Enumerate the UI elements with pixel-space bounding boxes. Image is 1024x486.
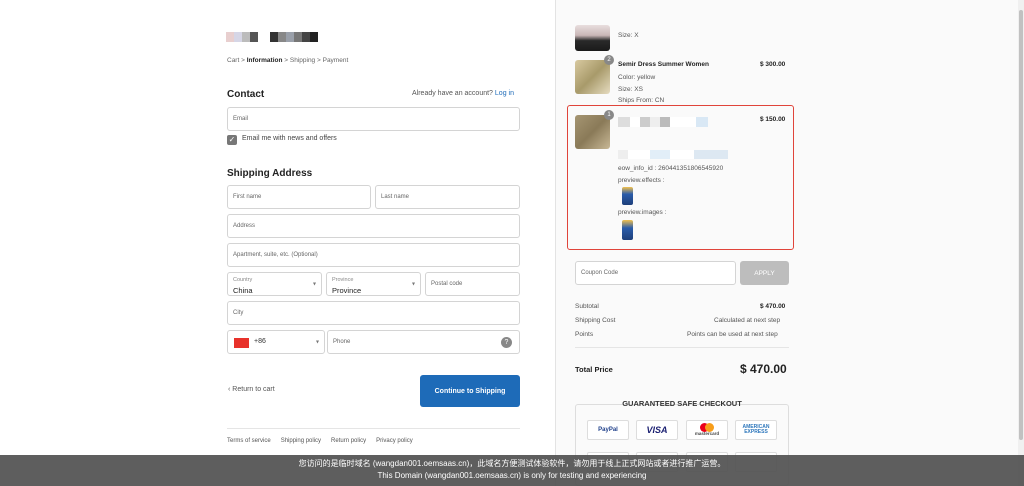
newsletter-checkbox[interactable]: ✓ (227, 135, 237, 145)
points-label: Points (575, 331, 594, 338)
chevron-left-icon: ‹ (228, 386, 231, 393)
apply-coupon-button[interactable]: APPLY (740, 261, 789, 285)
notice-line-cn: 您访问的是临时域名 (wangdan001.oemsaas.cn)，此域名方便测… (298, 459, 726, 468)
mastercard-icon: mastercard (686, 420, 728, 440)
phone-input[interactable]: Phone ? (327, 330, 520, 354)
redacted-details (618, 150, 728, 159)
item-color: Color: yellow (618, 74, 656, 81)
guarantee-title: GUARANTEED SAFE CHECKOUT (622, 399, 742, 408)
login-link[interactable]: Log in (495, 90, 514, 97)
subtotal-value: $ 470.00 (760, 303, 786, 310)
paypal-icon: PayPal (587, 420, 629, 440)
total-label: Total Price (575, 365, 613, 374)
divider (575, 347, 789, 348)
shipping-policy-link[interactable]: Shipping policy (281, 438, 321, 444)
redacted-name (618, 117, 708, 127)
shipping-cost-value: Calculated at next step (714, 317, 781, 324)
continue-to-shipping-button[interactable]: Continue to Shipping (420, 375, 520, 407)
product-thumbnail (575, 115, 610, 149)
preview-effect-image[interactable] (622, 187, 633, 205)
subtotal-label: Subtotal (575, 303, 599, 310)
item-size: Size: X (618, 32, 639, 39)
country-select[interactable]: Country China ▾ (227, 272, 322, 296)
item-price: $ 300.00 (760, 61, 786, 68)
store-logo[interactable] (226, 32, 318, 42)
visa-icon: VISA (636, 420, 678, 440)
page-scrollbar[interactable] (1018, 0, 1024, 486)
amex-icon: AMERICAN EXPRESS (735, 420, 777, 440)
privacy-policy-link[interactable]: Privacy policy (376, 438, 413, 444)
terms-link[interactable]: Terms of service (227, 438, 271, 444)
preview-images-label: preview.images : (618, 209, 667, 216)
item-info-id: eow_info_id : 260441351806545920 (618, 165, 724, 172)
divider (227, 428, 520, 429)
quantity-badge: 1 (604, 110, 614, 120)
city-input[interactable]: City (227, 301, 520, 325)
temporary-domain-notice: 您访问的是临时域名 (wangdan001.oemsaas.cn)，此域名方便测… (0, 455, 1024, 486)
breadcrumb-cart[interactable]: Cart (227, 57, 239, 64)
return-policy-link[interactable]: Return policy (331, 438, 366, 444)
product-thumbnail (575, 60, 610, 94)
total-value: $ 470.00 (740, 362, 787, 376)
preview-effects-label: preview.effects : (618, 177, 665, 184)
postal-code-input[interactable]: Postal code (425, 272, 520, 296)
notice-line-en: This Domain (wangdan001.oemsaas.cn) is o… (377, 471, 647, 480)
chevron-down-icon: ▾ (315, 339, 319, 346)
quantity-badge: 2 (604, 55, 614, 65)
breadcrumb-payment: Payment (322, 57, 349, 64)
breadcrumb-information: Information (246, 57, 283, 64)
newsletter-label: Email me with news and offers (242, 135, 337, 142)
contact-title: Contact (227, 89, 265, 100)
item-price: $ 150.00 (760, 116, 786, 123)
first-name-input[interactable]: First name (227, 185, 371, 209)
account-prompt: Already have an account? Log in (412, 90, 514, 97)
coupon-input[interactable]: Coupon Code (575, 261, 736, 285)
shipping-title: Shipping Address (227, 168, 313, 179)
address-input[interactable]: Address (227, 214, 520, 238)
chevron-down-icon: ▾ (411, 281, 415, 288)
phone-code-select[interactable]: +86 ▾ (227, 330, 325, 354)
breadcrumb-shipping: Shipping (289, 57, 316, 64)
points-value: Points can be used at next step (687, 331, 778, 338)
product-thumbnail (575, 25, 610, 51)
footer-links: Terms of service Shipping policy Return … (227, 438, 413, 444)
email-input[interactable]: Email (227, 107, 520, 131)
help-icon[interactable]: ? (501, 337, 512, 348)
chevron-down-icon: ▾ (312, 281, 316, 288)
shipping-cost-label: Shipping Cost (575, 317, 616, 324)
apartment-input[interactable]: Apartment, suite, etc. (Optional) (227, 243, 520, 267)
return-to-cart-link[interactable]: ‹ Return to cart (228, 386, 275, 393)
breadcrumb: Cart > Information > Shipping > Payment (227, 57, 349, 64)
province-select[interactable]: Province Province ▾ (326, 272, 421, 296)
last-name-input[interactable]: Last name (375, 185, 520, 209)
item-size: Size: XS (618, 86, 643, 93)
china-flag-icon (234, 338, 249, 348)
item-name: Semir Dress Summer Women (618, 61, 709, 68)
item-ships-from: Ships From: CN (618, 97, 665, 104)
preview-image[interactable] (622, 220, 633, 240)
scrollbar-thumb[interactable] (1019, 10, 1023, 440)
